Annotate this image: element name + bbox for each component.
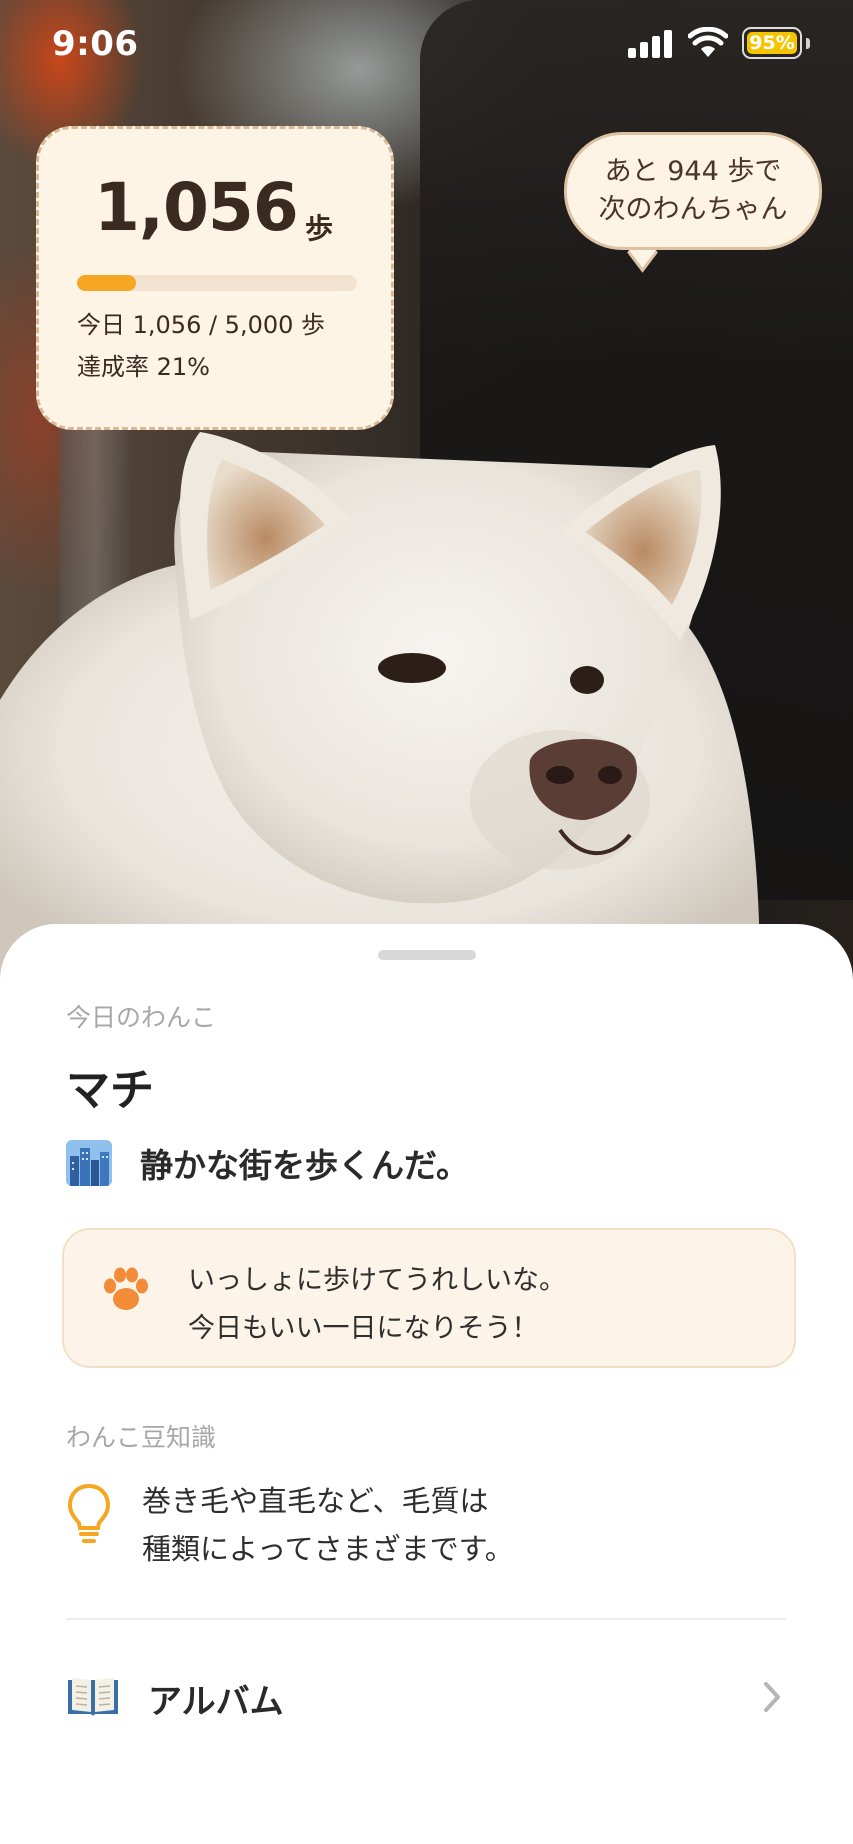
dog-description-row: 静かな街を歩くんだ。	[66, 1138, 469, 1188]
bubble-line-1: あと 944 歩で	[604, 156, 782, 187]
wifi-icon	[688, 27, 728, 57]
dog-message-line-1: いっしょに歩けてうれしいな。	[188, 1265, 566, 1296]
album-row[interactable]: アルバム	[66, 1664, 792, 1730]
bottom-sheet[interactable]: 今日のわんこ マチ 静かな街を歩くんだ。 いっしょに歩けてうれしいな。 今日もい…	[0, 924, 853, 1844]
album-label: アルバム	[148, 1682, 284, 1722]
lightbulb-icon	[67, 1483, 111, 1543]
book-icon	[68, 1678, 118, 1716]
step-progress-bar	[77, 275, 357, 291]
next-dog-speech-bubble: あと 944 歩で 次のわんちゃん	[564, 132, 822, 250]
step-rate-text: 達成率 21%	[77, 353, 210, 381]
chevron-right-icon	[764, 1682, 780, 1712]
today-dog-label: 今日のわんこ	[66, 1003, 217, 1032]
step-today-text: 今日 1,056 / 5,000 歩	[77, 311, 326, 339]
battery-cap	[806, 38, 810, 49]
dog-message-line-2: 今日もいい一日になりそう！	[188, 1313, 539, 1344]
city-icon	[66, 1140, 112, 1186]
dog-message-box: いっしょに歩けてうれしいな。 今日もいい一日になりそう！	[62, 1228, 796, 1368]
battery-percent: 95%	[747, 32, 797, 54]
status-time: 9:06	[52, 24, 139, 64]
battery-indicator: 95%	[742, 27, 802, 59]
step-unit: 歩	[305, 212, 334, 245]
dog-description: 静かな街を歩くんだ。	[140, 1146, 470, 1185]
dog-name: マチ	[66, 1065, 154, 1116]
trivia-label: わんこ豆知識	[66, 1423, 217, 1452]
cellular-signal-icon	[628, 30, 672, 58]
trivia-line-1: 巻き毛や直毛など、毛質は	[142, 1484, 489, 1518]
bubble-line-2: 次のわんちゃん	[598, 194, 788, 225]
status-bar: 9:06 95%	[0, 0, 853, 90]
step-count: 1,056	[94, 169, 299, 246]
paw-icon	[104, 1267, 148, 1310]
step-counter-card[interactable]: 1,056 歩 今日 1,056 / 5,000 歩 達成率 21%	[36, 126, 394, 430]
sheet-drag-handle[interactable]	[378, 950, 476, 960]
divider	[66, 1618, 786, 1620]
step-progress-fill	[77, 275, 136, 291]
app-screen: 9:06 95% 1,056 歩 今日 1,056 / 5,000 歩 達成率 …	[0, 0, 853, 1844]
trivia-line-2: 種類によってさまざまです。	[142, 1532, 514, 1566]
